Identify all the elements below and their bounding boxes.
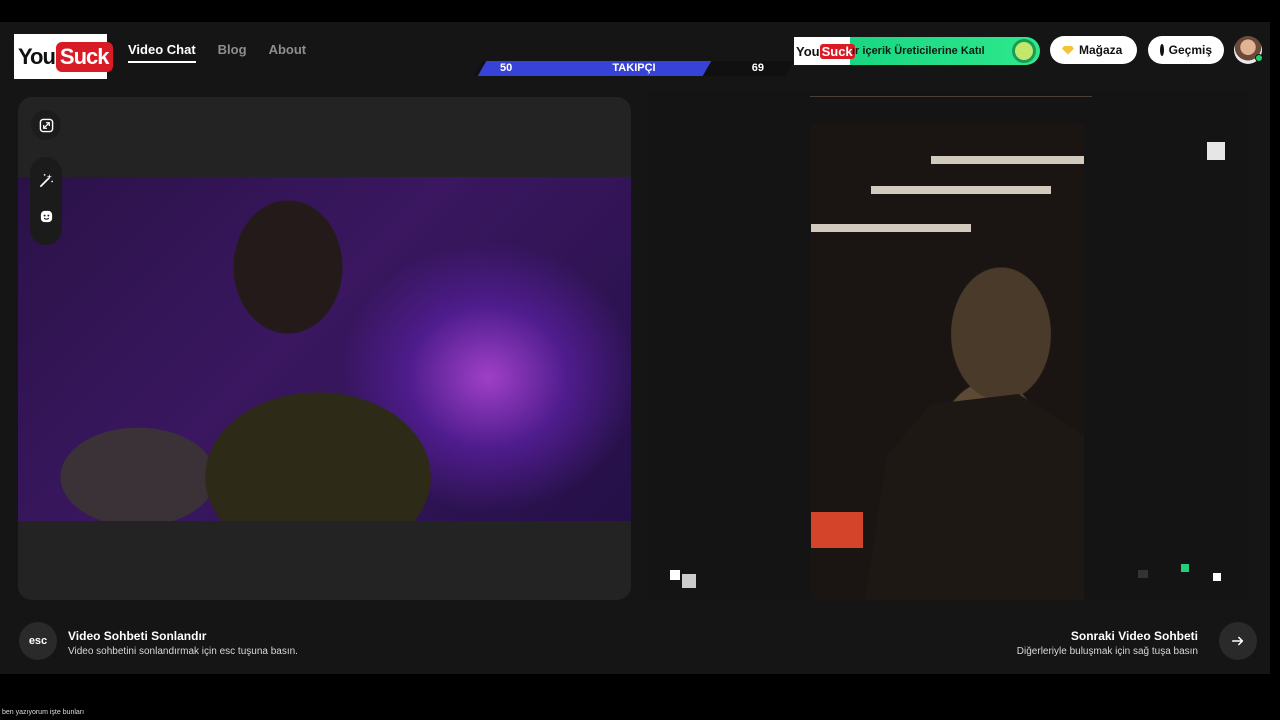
- online-status-dot: [1255, 54, 1263, 62]
- promo-logo-suck: Suck: [819, 43, 855, 59]
- expand-button[interactable]: [31, 110, 61, 140]
- main-nav: Video Chat Blog About: [128, 42, 306, 63]
- promo-logo-you: You: [796, 43, 820, 59]
- stranger-control-square[interactable]: [1213, 573, 1221, 581]
- follower-progress-bar: 50 TAKIPÇI 69: [473, 61, 795, 76]
- history-button[interactable]: Geçmiş: [1148, 36, 1224, 64]
- promo-badge-icon: [1012, 39, 1036, 63]
- red-object: [811, 512, 863, 548]
- nav-video-chat[interactable]: Video Chat: [128, 42, 196, 63]
- masks-button[interactable]: [31, 201, 61, 231]
- arrow-right-icon: [1231, 636, 1244, 646]
- follower-label: TAKIPÇI: [612, 62, 656, 74]
- logo-you-text: You: [18, 43, 56, 69]
- connection-indicator: [1181, 564, 1189, 572]
- emoji-icon: [40, 210, 52, 222]
- self-video-panel: [18, 97, 631, 600]
- nav-about[interactable]: About: [269, 42, 307, 63]
- stream-caption: ben yazıyorum işte bunları: [2, 709, 85, 716]
- gem-icon: [1062, 45, 1074, 55]
- magic-wand-icon: [39, 173, 53, 187]
- ceiling-stripe: [871, 186, 1051, 194]
- shop-button[interactable]: Mağaza: [1050, 36, 1137, 64]
- report-button[interactable]: [1207, 142, 1225, 160]
- clock-icon: [1160, 44, 1167, 56]
- yousuck-logo[interactable]: You Suck: [14, 34, 113, 79]
- end-chat-hint: Video Sohbeti Sonlandır Video sohbetini …: [68, 629, 298, 657]
- next-chat-subtitle: Diğerleriyle buluşmak için sağ tuşa bası…: [1016, 646, 1198, 657]
- user-avatar[interactable]: [1234, 36, 1263, 64]
- next-chat-button[interactable]: [1219, 622, 1257, 660]
- esc-key-label: esc: [28, 635, 48, 647]
- promo-text: ır içerik Üreticilerine Katıl: [852, 45, 985, 57]
- end-chat-title: Video Sohbeti Sonlandır: [68, 629, 207, 643]
- follower-target-count: 69: [751, 62, 764, 74]
- effects-toolbar: [30, 157, 62, 245]
- self-camera-feed: [18, 177, 631, 521]
- esc-key-button[interactable]: esc: [19, 622, 57, 660]
- pixel-noise: [670, 570, 680, 580]
- app-stage: You Suck Video Chat Blog About 50 TAKIPÇ…: [0, 22, 1270, 674]
- expand-icon: [39, 118, 53, 132]
- stranger-top-divider: [810, 96, 1092, 97]
- history-label: Geçmiş: [1168, 43, 1212, 57]
- logo-suck-text: Suck: [55, 41, 113, 72]
- next-chat-title: Sonraki Video Sohbeti: [1070, 629, 1198, 643]
- shop-label: Mağaza: [1079, 43, 1123, 57]
- nav-blog[interactable]: Blog: [218, 42, 247, 63]
- stranger-video-panel: [648, 92, 1248, 600]
- end-chat-subtitle: Video sohbetini sonlandırmak için esc tu…: [68, 646, 298, 657]
- next-chat-hint: Sonraki Video Sohbeti Diğerleriyle buluş…: [1017, 629, 1198, 657]
- promo-logo: You Suck: [794, 37, 855, 65]
- person-silhouette: [865, 394, 1084, 600]
- ceiling-stripe: [811, 224, 971, 232]
- pixel-noise: [1138, 570, 1148, 578]
- pixel-noise: [682, 574, 696, 588]
- stranger-camera-feed: [811, 124, 1084, 600]
- creator-promo-banner[interactable]: You Suck ır içerik Üreticilerine Katıl: [794, 37, 1040, 65]
- ceiling-stripe: [931, 156, 1084, 164]
- filters-button[interactable]: [31, 165, 61, 195]
